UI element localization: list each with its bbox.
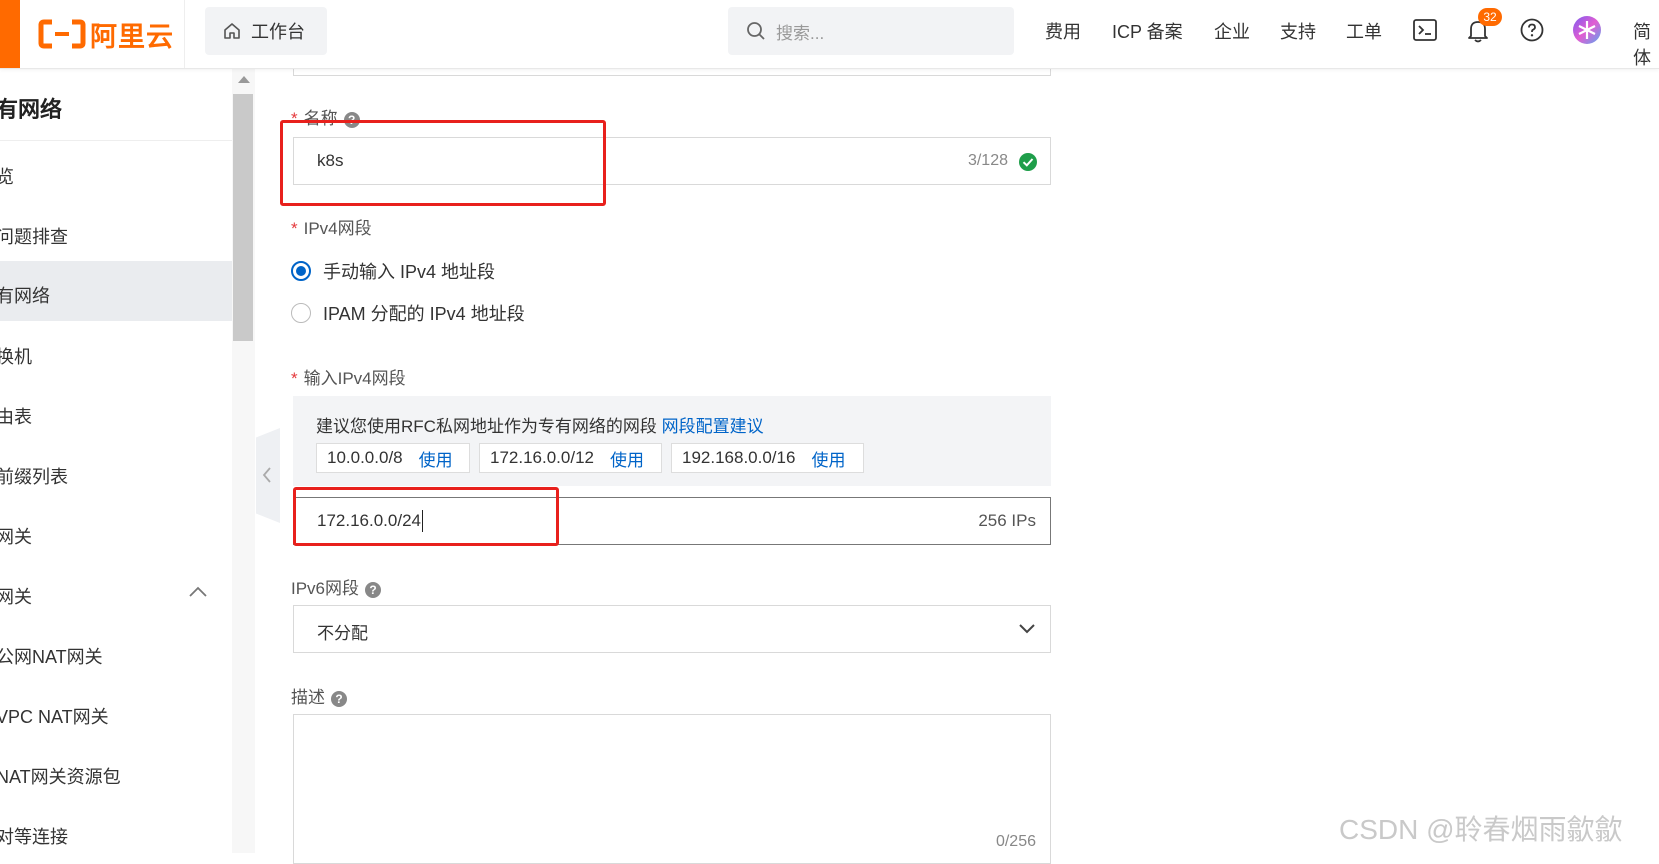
radio-ipam-ipv4[interactable]: IPAM 分配的 IPv4 地址段	[291, 300, 525, 326]
header-divider	[184, 0, 185, 68]
radio-unselected-icon	[291, 303, 311, 323]
sidebar-title: 有网络	[0, 97, 63, 122]
annotation-highlight-name	[280, 120, 606, 206]
sidebar-item-route-table[interactable]: 由表	[0, 403, 32, 429]
ipv4-label: * IPv4网段	[291, 219, 372, 238]
ipv6-selected-value: 不分配	[317, 624, 368, 643]
radio-selected-icon	[291, 261, 311, 281]
description-textarea[interactable]: 0/256	[293, 714, 1051, 864]
description-label: 描述?	[291, 683, 347, 708]
aliyun-logo[interactable]: 阿里云	[38, 14, 174, 54]
annotation-highlight-cidr	[293, 487, 559, 546]
cidr-chip-10: 10.0.0.0/8 使用	[316, 443, 470, 473]
sidebar-item-overview[interactable]: 览	[0, 163, 14, 189]
nav-billing[interactable]: 费用	[1045, 18, 1081, 44]
use-cidr-192-button[interactable]: 使用	[811, 446, 845, 471]
sidebar-item-gateway[interactable]: 网关	[0, 523, 32, 549]
ipv6-label: IPv6网段?	[291, 574, 382, 599]
cidr-advice-link[interactable]: 网段配置建议	[662, 417, 764, 436]
check-circle-icon	[1019, 153, 1037, 171]
chevron-up-icon[interactable]	[188, 586, 208, 598]
brand-strip	[0, 0, 20, 68]
sidebar-divider	[0, 140, 232, 141]
sidebar-item-nat-package[interactable]: NAT网关资源包	[0, 763, 121, 789]
cidr-hint: 建议您使用RFC私网地址作为专有网络的网段 网段配置建议	[316, 417, 764, 436]
question-icon[interactable]: ?	[365, 581, 382, 598]
question-icon[interactable]: ?	[331, 690, 347, 707]
workbench-button[interactable]: 工作台	[205, 7, 327, 55]
sidebar-item-peering[interactable]: 对等连接	[0, 823, 68, 849]
notification-badge: 32	[1478, 8, 1502, 26]
nav-icp[interactable]: ICP 备案	[1112, 18, 1183, 44]
search-icon	[747, 22, 765, 40]
radio-manual-ipv4[interactable]: 手动输入 IPv4 地址段	[291, 258, 495, 284]
search-input[interactable]: 搜索...	[728, 7, 1014, 55]
sidebar-item-vpc[interactable]: 有网络	[0, 282, 50, 308]
sidebar-item-prefix-list[interactable]: 前缀列表	[0, 463, 68, 489]
sidebar-item-troubleshoot[interactable]: 问题排查	[0, 223, 68, 249]
use-cidr-10-button[interactable]: 使用	[419, 446, 453, 471]
scrollbar-thumb[interactable]	[233, 94, 253, 341]
scroll-up-arrow-icon[interactable]	[237, 74, 251, 84]
ipv6-select[interactable]: 不分配	[293, 605, 1051, 653]
home-icon	[224, 23, 240, 39]
nav-enterprise[interactable]: 企业	[1214, 18, 1250, 44]
terminal-icon[interactable]	[1413, 19, 1437, 41]
sidebar-item-public-nat[interactable]: 公网NAT网关	[0, 643, 103, 669]
help-icon[interactable]	[1520, 18, 1544, 42]
name-char-counter: 3/128	[967, 152, 1008, 169]
input-ipv4-label: * 输入IPv4网段	[291, 369, 406, 388]
chevron-down-icon	[1019, 624, 1035, 634]
cidr-chip-172: 172.16.0.0/12 使用	[479, 443, 662, 473]
use-cidr-172-button[interactable]: 使用	[610, 446, 644, 471]
sidebar-item-switch[interactable]: 换机	[0, 343, 32, 369]
nav-support[interactable]: 支持	[1280, 18, 1316, 44]
workbench-label: 工作台	[251, 22, 305, 42]
nav-ticket[interactable]: 工单	[1346, 18, 1382, 44]
search-placeholder: 搜索...	[776, 23, 825, 43]
top-bar: 阿里云 工作台 搜索... 费用 ICP 备案 企业 支持 工单 32 简体	[0, 0, 1659, 69]
watermark: CSDN @聆春烟雨歙歙	[1339, 814, 1623, 845]
description-char-counter: 0/256	[995, 833, 1036, 850]
aliyun-logo-icon	[38, 19, 86, 49]
chevron-left-icon[interactable]	[262, 466, 272, 484]
sidebar-item-nat-gateway-group[interactable]: 网关	[0, 583, 32, 609]
ip-count: 256 IPs	[978, 511, 1036, 530]
avatar[interactable]	[1572, 15, 1602, 45]
cidr-chip-192: 192.168.0.0/16 使用	[671, 443, 864, 473]
language-switch[interactable]: 简体	[1633, 18, 1659, 70]
sidebar-item-vpc-nat[interactable]: VPC NAT网关	[0, 703, 109, 729]
sidebar: 有网络 览 问题排查 有网络 换机 由表 前缀列表 网关 网关 公网NAT网关 …	[0, 68, 233, 853]
logo-text: 阿里云	[90, 21, 174, 52]
